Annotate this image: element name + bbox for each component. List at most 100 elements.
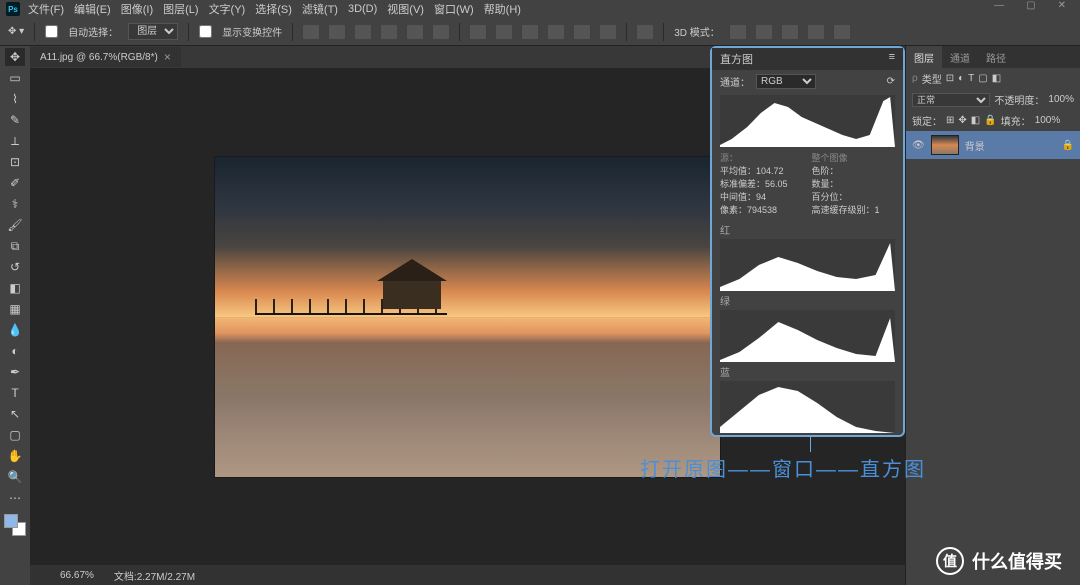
menu-select[interactable]: 选择(S) [255, 1, 292, 17]
document-title: A11.jpg @ 66.7%(RGB/8*) [40, 52, 158, 63]
lock-icon[interactable]: 🔒 [984, 115, 996, 126]
pen-tool[interactable]: ✒ [5, 363, 25, 381]
show-transform-checkbox[interactable] [199, 25, 212, 38]
menu-view[interactable]: 视图(V) [387, 1, 424, 17]
align-top-icon[interactable] [381, 25, 397, 39]
tab-paths[interactable]: 路径 [978, 46, 1014, 68]
menu-window[interactable]: 窗口(W) [434, 1, 474, 17]
zoom-tool[interactable]: 🔍 [5, 468, 25, 486]
history-brush-tool[interactable]: ↺ [5, 258, 25, 276]
histogram-blue [720, 381, 895, 433]
more-icon[interactable] [637, 25, 653, 39]
lock-label: 锁定： [912, 113, 942, 128]
move-tool[interactable]: ✥ [5, 48, 25, 66]
tab-close-icon[interactable]: × [164, 50, 171, 64]
filter-icon4[interactable]: ▢ [978, 73, 987, 84]
mode3d-label: 3D 模式： [674, 24, 720, 39]
layer-thumbnail[interactable] [931, 135, 959, 155]
filter-kind-label: 类型 [922, 71, 942, 86]
menu-type[interactable]: 文字(Y) [209, 1, 246, 17]
quick-select-tool[interactable]: ✎ [5, 111, 25, 129]
frame-tool[interactable]: ⊡ [5, 153, 25, 171]
menu-3d[interactable]: 3D(D) [348, 3, 377, 15]
crop-tool[interactable]: ⟂ [5, 132, 25, 150]
filter-icon5[interactable]: ◧ [992, 73, 1001, 84]
color-swatches[interactable] [4, 514, 26, 536]
filter-icon2[interactable]: ◐ [958, 73, 964, 84]
blur-tool[interactable]: 💧 [5, 321, 25, 339]
healing-tool[interactable]: ⚕ [5, 195, 25, 213]
menu-file[interactable]: 文件(F) [28, 1, 64, 17]
fill-value[interactable]: 100% [1035, 115, 1061, 126]
clone-tool[interactable]: ⧉ [5, 237, 25, 255]
doc-size[interactable]: 文档:2.27M/2.27M [114, 568, 195, 583]
menu-image[interactable]: 图像(I) [121, 1, 153, 17]
foreground-color[interactable] [4, 514, 18, 528]
opacity-value[interactable]: 100% [1048, 94, 1074, 105]
lock-pos-icon[interactable]: ✥ [958, 115, 966, 126]
lasso-tool[interactable]: ⌇ [5, 90, 25, 108]
app-logo-icon: Ps [6, 2, 20, 16]
gradient-tool[interactable]: ▦ [5, 300, 25, 318]
histogram-panel: 直方图 ≡ 通道： RGB ⟳ 源：整个图像 平均值：104.72色阶： 标准偏… [710, 46, 905, 437]
brush-tool[interactable]: 🖌 [5, 216, 25, 234]
filter-icon1[interactable]: ⊡ [946, 73, 954, 84]
menu-layer[interactable]: 图层(L) [163, 1, 198, 17]
distribute-icon4[interactable] [600, 25, 616, 39]
edit-toolbar[interactable]: ⋯ [5, 489, 25, 507]
align-middle-icon[interactable] [407, 25, 423, 39]
minimize-icon[interactable]: — [994, 0, 1004, 11]
tab-layers[interactable]: 图层 [906, 46, 942, 68]
zoom-level[interactable]: 66.67% [60, 570, 94, 581]
3d-icon2[interactable] [756, 25, 772, 39]
lock-all-icon[interactable]: ⊞ [946, 115, 954, 126]
visibility-icon[interactable]: 👁 [912, 140, 925, 151]
distribute-icon2[interactable] [548, 25, 564, 39]
auto-select-checkbox[interactable] [45, 25, 58, 38]
align-bottom-icon[interactable] [433, 25, 449, 39]
canvas-image[interactable] [215, 157, 720, 477]
tab-channels[interactable]: 通道 [942, 46, 978, 68]
align-right-icon[interactable] [355, 25, 371, 39]
filter-icon3[interactable]: T [968, 73, 974, 84]
path-select-tool[interactable]: ↖ [5, 405, 25, 423]
right-panels: 图层 通道 路径 ρ 类型 ⊡ ◐ T ▢ ◧ 正常 不透明度： 100% 锁定… [905, 46, 1080, 585]
shape-tool[interactable]: ▢ [5, 426, 25, 444]
panel-menu-icon[interactable]: ≡ [889, 51, 895, 67]
channel-dropdown[interactable]: RGB [756, 74, 816, 89]
restore-icon[interactable]: ▢ [1026, 0, 1035, 11]
blend-mode-dropdown[interactable]: 正常 [912, 93, 990, 107]
dodge-tool[interactable]: ◐ [5, 342, 25, 360]
3d-icon5[interactable] [834, 25, 850, 39]
watermark-icon: 值 [936, 547, 964, 575]
distribute-v-icon[interactable] [496, 25, 512, 39]
auto-select-dropdown[interactable]: 图层 [128, 23, 178, 40]
refresh-icon[interactable]: ⟳ [887, 76, 895, 87]
3d-icon4[interactable] [808, 25, 824, 39]
lock-indicator-icon: 🔒 [1062, 140, 1074, 151]
layer-name: 背景 [965, 138, 985, 153]
lock-pixel-icon[interactable]: ◧ [971, 115, 980, 126]
type-tool[interactable]: T [5, 384, 25, 402]
hand-tool[interactable]: ✋ [5, 447, 25, 465]
eyedropper-tool[interactable]: ✐ [5, 174, 25, 192]
distribute-icon3[interactable] [574, 25, 590, 39]
align-center-icon[interactable] [329, 25, 345, 39]
close-icon[interactable]: ✕ [1058, 0, 1066, 11]
align-left-icon[interactable] [303, 25, 319, 39]
menu-filter[interactable]: 滤镜(T) [302, 1, 338, 17]
menu-help[interactable]: 帮助(H) [484, 1, 521, 17]
distribute-h-icon[interactable] [470, 25, 486, 39]
move-tool-icon[interactable]: ✥ ▾ [8, 26, 24, 37]
document-tab[interactable]: A11.jpg @ 66.7%(RGB/8*) × [30, 47, 181, 67]
auto-select-label: 自动选择： [68, 24, 118, 39]
layer-item[interactable]: 👁 背景 🔒 [906, 131, 1080, 159]
menu-edit[interactable]: 编辑(E) [74, 1, 111, 17]
marquee-tool[interactable]: ▭ [5, 69, 25, 87]
3d-icon3[interactable] [782, 25, 798, 39]
annotation-text: 打开原图——窗口——直方图 [640, 453, 926, 482]
3d-icon1[interactable] [730, 25, 746, 39]
distribute-icon[interactable] [522, 25, 538, 39]
histogram-title: 直方图 [720, 51, 753, 67]
eraser-tool[interactable]: ◧ [5, 279, 25, 297]
